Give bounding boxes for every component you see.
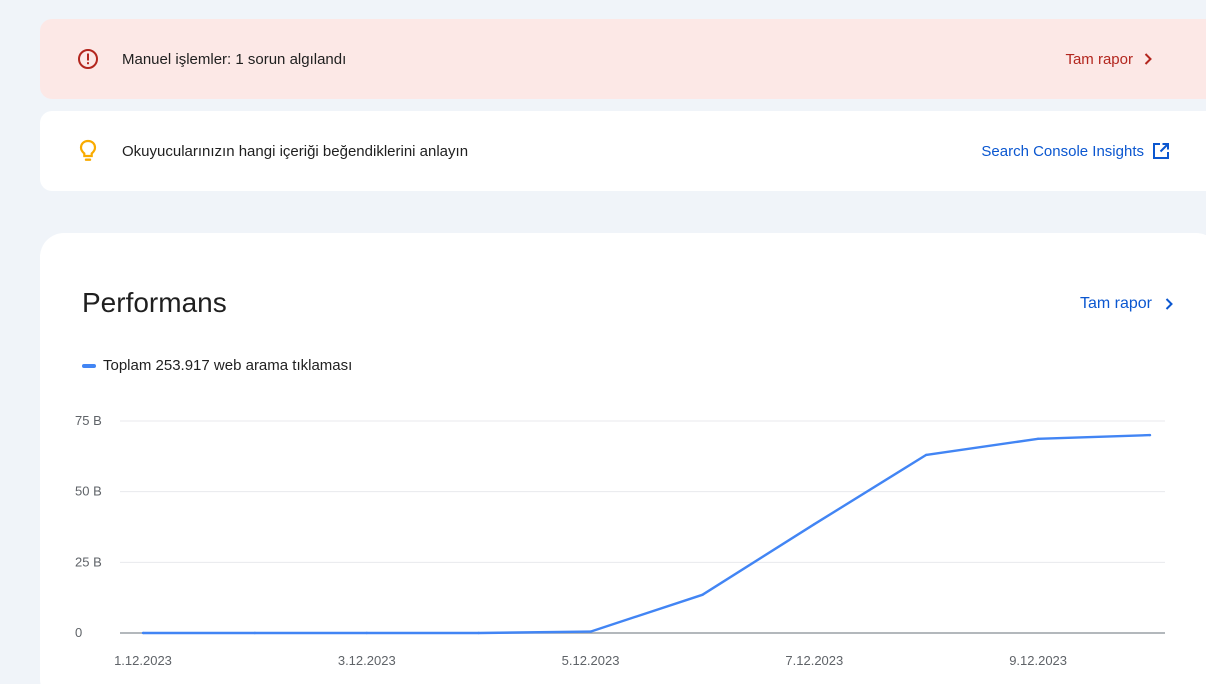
manual-actions-report-link[interactable]: Tam rapor bbox=[1065, 51, 1155, 68]
manual-actions-banner: Manuel işlemler: 1 sorun algılandı Tam r… bbox=[40, 19, 1206, 99]
x-tick-label: 1.12.2023 bbox=[114, 653, 172, 668]
insights-text: Okuyucularınızın hangi içeriği beğendikl… bbox=[122, 142, 469, 160]
data-point bbox=[813, 522, 816, 526]
data-point bbox=[365, 631, 368, 635]
y-tick-label: 25 B bbox=[75, 554, 102, 569]
data-point bbox=[701, 593, 704, 597]
performance-card: Performans Tam rapor Toplam 253.917 web … bbox=[40, 233, 1206, 684]
lightbulb-icon bbox=[76, 139, 100, 163]
search-console-overview: Manuel işlemler: 1 sorun algılandı Tam r… bbox=[0, 0, 1206, 684]
data-point bbox=[141, 631, 145, 635]
y-tick-label: 75 B bbox=[75, 413, 102, 428]
insights-banner: Okuyucularınızın hangi içeriği beğendikl… bbox=[40, 111, 1206, 191]
search-console-insights-label: Search Console Insights bbox=[981, 142, 1144, 160]
data-point bbox=[253, 631, 257, 635]
data-point bbox=[925, 453, 928, 457]
x-tick-label: 7.12.2023 bbox=[785, 653, 843, 668]
data-point bbox=[589, 630, 592, 633]
x-tick-label: 9.12.2023 bbox=[1009, 653, 1067, 668]
y-tick-label: 50 B bbox=[75, 484, 102, 499]
error-icon bbox=[76, 47, 100, 71]
open-in-new-icon bbox=[1153, 143, 1169, 159]
data-point bbox=[1148, 433, 1152, 437]
x-tick-label: 5.12.2023 bbox=[562, 653, 620, 668]
y-tick-label: 0 bbox=[75, 625, 82, 640]
manual-actions-report-label: Tam rapor bbox=[1065, 50, 1133, 68]
series-line bbox=[143, 433, 1151, 635]
x-tick-label: 3.12.2023 bbox=[338, 653, 396, 668]
performance-chart: 0 25 B 50 B 75 B 1.12.2023 3.12.2023 5.12.2023… bbox=[75, 413, 1165, 668]
search-console-insights-link[interactable]: Search Console Insights bbox=[981, 142, 1170, 160]
chevron-right-icon bbox=[1144, 53, 1152, 65]
data-point bbox=[477, 631, 480, 635]
manual-actions-text: Manuel işlemler: 1 sorun algılandı bbox=[122, 50, 347, 68]
data-point bbox=[1036, 437, 1040, 441]
